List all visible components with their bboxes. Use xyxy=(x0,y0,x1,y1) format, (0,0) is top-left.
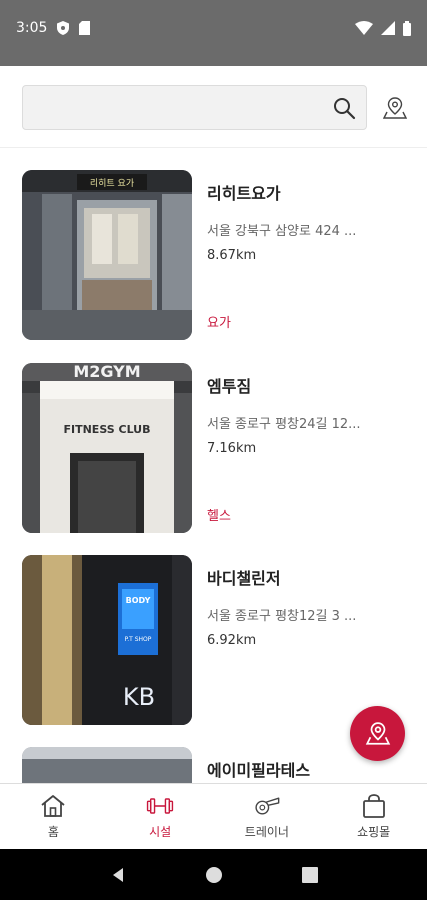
system-nav-bar xyxy=(0,849,427,900)
recents-icon[interactable] xyxy=(301,866,318,883)
facility-category: 요가 xyxy=(207,316,231,331)
yoga-sign-text: 리히트 요가 xyxy=(90,178,134,189)
bottom-nav: 홈 시설 트레이너 쇼핑몰 xyxy=(0,783,427,849)
list-item[interactable]: 에이미필라테스 xyxy=(22,747,412,783)
whistle-icon xyxy=(255,797,280,815)
app-bar-strip xyxy=(0,56,427,66)
body-sign-text: BODY xyxy=(126,596,151,605)
facility-thumbnail: M2GYM FITNESS CLUB xyxy=(22,363,192,533)
nav-shop[interactable]: 쇼핑몰 xyxy=(320,784,427,849)
status-time: 3:05 xyxy=(16,20,48,36)
dumbbell-icon xyxy=(146,798,174,814)
fitness-club-text: FITNESS CLUB xyxy=(63,423,150,436)
nav-home-label: 홈 xyxy=(47,825,59,839)
home-circle-icon[interactable] xyxy=(205,866,223,884)
facility-thumbnail: 리히트 요가 xyxy=(22,170,192,340)
nav-facilities-label: 시설 xyxy=(149,825,172,839)
nav-home[interactable]: 홈 xyxy=(0,784,107,849)
facility-thumbnail xyxy=(22,747,192,783)
facility-name: 리히트요가 xyxy=(207,184,281,203)
facility-name: 바디챌린저 xyxy=(207,569,281,588)
sd-card-icon xyxy=(79,21,91,35)
facility-category: 헬스 xyxy=(207,509,231,524)
search-icon[interactable] xyxy=(332,96,356,120)
facility-thumbnail: BODY P.T SHOP KB xyxy=(22,555,192,725)
nav-trainer[interactable]: 트레이너 xyxy=(214,784,321,849)
nav-shop-label: 쇼핑몰 xyxy=(357,825,391,839)
battery-icon xyxy=(403,20,411,36)
facility-address: 서울 강북구 삼양로 424 ... xyxy=(207,224,357,239)
facility-name: 에이미필라테스 xyxy=(207,761,311,780)
wifi-icon xyxy=(355,21,373,35)
facility-list: 리히트 요가 리히트요가 서울 강북구 삼양로 424 ... 8.67km 요… xyxy=(0,150,427,783)
status-bar: 3:05 xyxy=(0,0,427,56)
back-icon[interactable] xyxy=(109,866,127,884)
map-view-fab[interactable] xyxy=(350,706,405,761)
m2gym-sign-text: M2GYM xyxy=(73,363,140,381)
facility-address: 서울 종로구 평창24길 12... xyxy=(207,417,361,432)
list-item[interactable]: BODY P.T SHOP KB 바디챌린저 서울 종로구 평창12길 3 ..… xyxy=(22,555,412,727)
facility-name: 엠투짐 xyxy=(207,377,252,396)
search-input[interactable] xyxy=(33,94,323,122)
list-item[interactable]: M2GYM FITNESS CLUB 엠투짐 서울 종로구 평창24길 12..… xyxy=(22,363,412,535)
nav-facilities[interactable]: 시설 xyxy=(107,784,214,849)
facility-distance: 6.92km xyxy=(207,633,257,648)
search-box xyxy=(22,85,367,130)
home-icon xyxy=(41,795,65,817)
signal-icon xyxy=(381,21,395,35)
facility-distance: 7.16km xyxy=(207,441,257,456)
shopping-bag-icon xyxy=(362,794,385,818)
search-header xyxy=(0,66,427,148)
facility-address: 서울 종로구 평창12길 3 ... xyxy=(207,609,357,624)
nav-trainer-label: 트레이너 xyxy=(244,825,289,839)
shield-icon xyxy=(57,21,70,35)
pt-shop-text: P.T SHOP xyxy=(125,636,152,643)
facility-distance: 8.67km xyxy=(207,248,257,263)
kb-sign-text: KB xyxy=(123,683,155,711)
location-pin-icon xyxy=(365,721,390,745)
map-location-icon[interactable] xyxy=(383,96,407,120)
list-item[interactable]: 리히트 요가 리히트요가 서울 강북구 삼양로 424 ... 8.67km 요… xyxy=(22,170,412,342)
